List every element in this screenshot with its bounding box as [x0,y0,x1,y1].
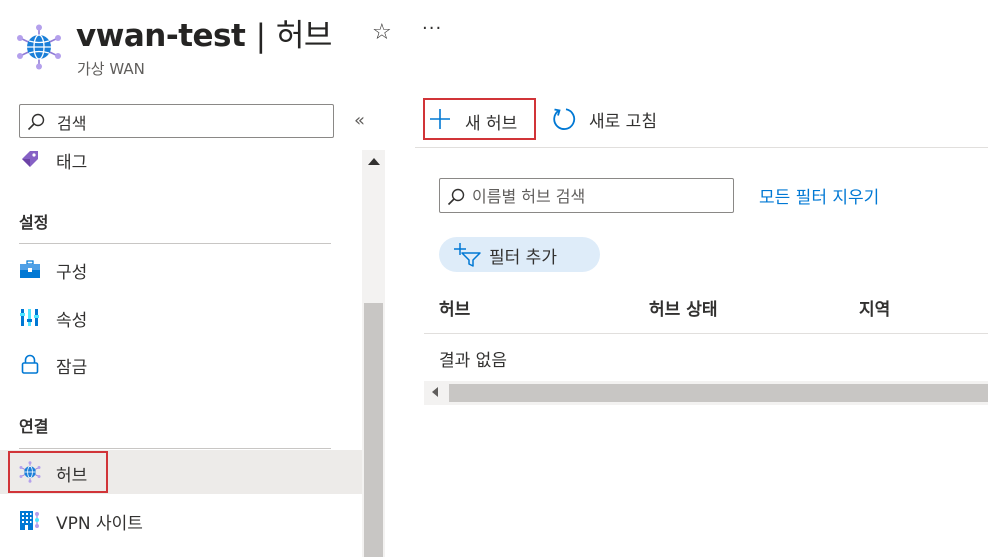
column-header-hub-status[interactable]: 허브 상태 [649,295,717,320]
add-filter-icon [454,243,481,267]
add-filter-button[interactable]: 필터 추가 [439,237,600,272]
group-heading-settings: 설정 [19,213,49,232]
search-icon [447,188,465,206]
add-filter-label: 필터 추가 [489,248,557,268]
favorite-star-icon[interactable]: ☆ [372,20,392,45]
sidebar-item-label: VPN 사이트 [56,514,143,534]
new-hub-button[interactable]: 새 허브 [423,98,536,140]
sidebar-item-vpn-sites[interactable]: VPN 사이트 [0,498,362,542]
sidebar-item-properties[interactable]: 속성 [0,295,362,339]
sidebar-item-configuration[interactable]: 구성 [0,247,362,291]
menu-scrollbar[interactable] [362,150,385,557]
vpn-site-building-icon [20,511,39,530]
resource-name: vwan-test [76,18,246,54]
search-icon [27,113,45,131]
page-title: vwan-test | 허브 [76,10,332,55]
sidebar-item-tags[interactable]: 태그 [0,145,362,181]
table-horizontal-scrollbar[interactable] [424,381,988,405]
sidebar-item-label: 구성 [56,263,88,283]
group-divider [19,243,331,244]
new-hub-label: 새 허브 [465,114,518,134]
refresh-label: 새로 고침 [589,112,657,132]
table-header-row: 허브 허브 상태 지역 [424,283,988,334]
hub-name-search-input[interactable] [472,183,727,209]
sidebar-item-label: 허브 [56,466,88,486]
column-header-hub[interactable]: 허브 [439,295,470,320]
toolbox-icon [20,260,40,278]
resource-type-subtitle: 가상 WAN [77,60,145,78]
empty-results-message: 결과 없음 [439,351,507,371]
group-divider [19,448,331,449]
hub-globe-icon [19,461,41,483]
more-options-icon[interactable]: ··· [422,18,442,39]
scrollbar-thumb[interactable] [449,384,988,402]
collapse-menu-icon[interactable]: « [354,110,365,131]
lock-icon [21,354,39,374]
command-bar: 새 허브 새로 고침 [415,90,988,148]
refresh-icon [553,108,576,130]
page-header: vwan-test | 허브 ☆ ··· 가상 WAN [0,0,988,90]
title-separator: | [255,18,266,54]
menu-list: 태그 설정 구성 속성 잠금 연결 허브 VPN 사이트 [0,145,362,557]
properties-icon [20,309,39,326]
scroll-left-arrow-icon[interactable] [432,387,438,397]
sidebar-item-hubs[interactable]: 허브 [0,450,362,494]
menu-search-input[interactable]: 검색 [19,104,334,138]
scroll-up-arrow-icon[interactable] [368,158,380,165]
resource-menu: 검색 « 태그 설정 구성 속성 잠금 연결 허브 VPN 사이트 [0,90,385,557]
clear-all-filters-link[interactable]: 모든 필터 지우기 [759,183,879,208]
tag-icon [22,151,38,167]
blade-name: 허브 [275,18,333,54]
virtual-wan-globe-icon [17,24,61,70]
sidebar-item-locks[interactable]: 잠금 [0,342,362,386]
sidebar-item-label: 태그 [56,153,88,173]
plus-icon [430,109,450,129]
scrollbar-thumb[interactable] [364,303,383,557]
menu-search-placeholder: 검색 [57,114,87,133]
hub-name-search[interactable] [439,178,734,213]
column-header-region[interactable]: 지역 [859,295,890,320]
refresh-button[interactable]: 새로 고침 [551,100,701,138]
group-heading-connectivity: 연결 [19,417,49,436]
sidebar-item-label: 잠금 [56,358,88,378]
sidebar-item-label: 속성 [56,311,88,331]
